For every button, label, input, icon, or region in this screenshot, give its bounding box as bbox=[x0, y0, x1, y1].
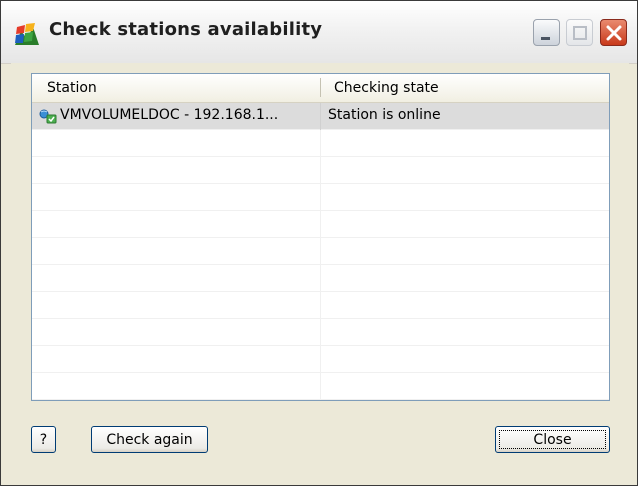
title-bar[interactable]: Check stations availability bbox=[1, 1, 637, 64]
column-divider bbox=[320, 130, 321, 157]
table-row[interactable] bbox=[32, 238, 609, 265]
close-button-label: Close bbox=[533, 431, 572, 448]
help-button[interactable]: ? bbox=[31, 426, 56, 453]
network-station-icon bbox=[39, 109, 57, 124]
close-button[interactable]: Close bbox=[495, 426, 610, 453]
list-rows: VMVOLUMELDOC - 192.168.1... Station is on… bbox=[32, 103, 609, 400]
maximize-button[interactable] bbox=[566, 19, 593, 46]
minimize-icon bbox=[541, 37, 550, 40]
station-cell: VMVOLUMELDOC - 192.168.1... bbox=[60, 107, 279, 123]
column-divider bbox=[320, 184, 321, 211]
column-header-checking-state[interactable]: Checking state bbox=[334, 80, 439, 96]
table-row[interactable] bbox=[32, 157, 609, 184]
help-button-label: ? bbox=[39, 431, 48, 448]
column-separator[interactable] bbox=[609, 78, 610, 97]
column-divider bbox=[320, 292, 321, 319]
dialog-body: Station Checking state VMVOLUMELDOC - 19… bbox=[11, 63, 629, 477]
column-divider bbox=[320, 238, 321, 265]
minimize-button[interactable] bbox=[533, 19, 560, 46]
column-divider bbox=[320, 319, 321, 346]
table-row[interactable] bbox=[32, 319, 609, 346]
window-title: Check stations availability bbox=[49, 19, 323, 40]
column-divider bbox=[320, 103, 321, 130]
column-divider bbox=[320, 373, 321, 400]
table-row[interactable] bbox=[32, 373, 609, 400]
app-logo-icon bbox=[15, 23, 39, 45]
table-row[interactable]: VMVOLUMELDOC - 192.168.1... Station is on… bbox=[32, 103, 609, 130]
close-window-button[interactable] bbox=[600, 19, 627, 46]
table-row[interactable] bbox=[32, 211, 609, 238]
table-row[interactable] bbox=[32, 292, 609, 319]
column-divider bbox=[320, 265, 321, 292]
column-header-station[interactable]: Station bbox=[47, 80, 97, 96]
column-divider bbox=[320, 346, 321, 373]
check-again-button[interactable]: Check again bbox=[91, 426, 208, 453]
table-row[interactable] bbox=[32, 130, 609, 157]
close-icon bbox=[606, 25, 622, 41]
list-header: Station Checking state bbox=[32, 74, 610, 103]
column-divider bbox=[320, 211, 321, 238]
table-row[interactable] bbox=[32, 265, 609, 292]
table-row[interactable] bbox=[32, 346, 609, 373]
column-divider bbox=[320, 157, 321, 184]
table-row[interactable] bbox=[32, 184, 609, 211]
checking-state-cell: Station is online bbox=[328, 107, 441, 123]
maximize-icon bbox=[573, 26, 587, 40]
dialog-window: Check stations availability Station Chec… bbox=[0, 0, 638, 486]
column-separator[interactable] bbox=[320, 78, 321, 97]
check-again-button-label: Check again bbox=[106, 431, 193, 448]
stations-list[interactable]: Station Checking state VMVOLUMELDOC - 19… bbox=[31, 73, 610, 401]
